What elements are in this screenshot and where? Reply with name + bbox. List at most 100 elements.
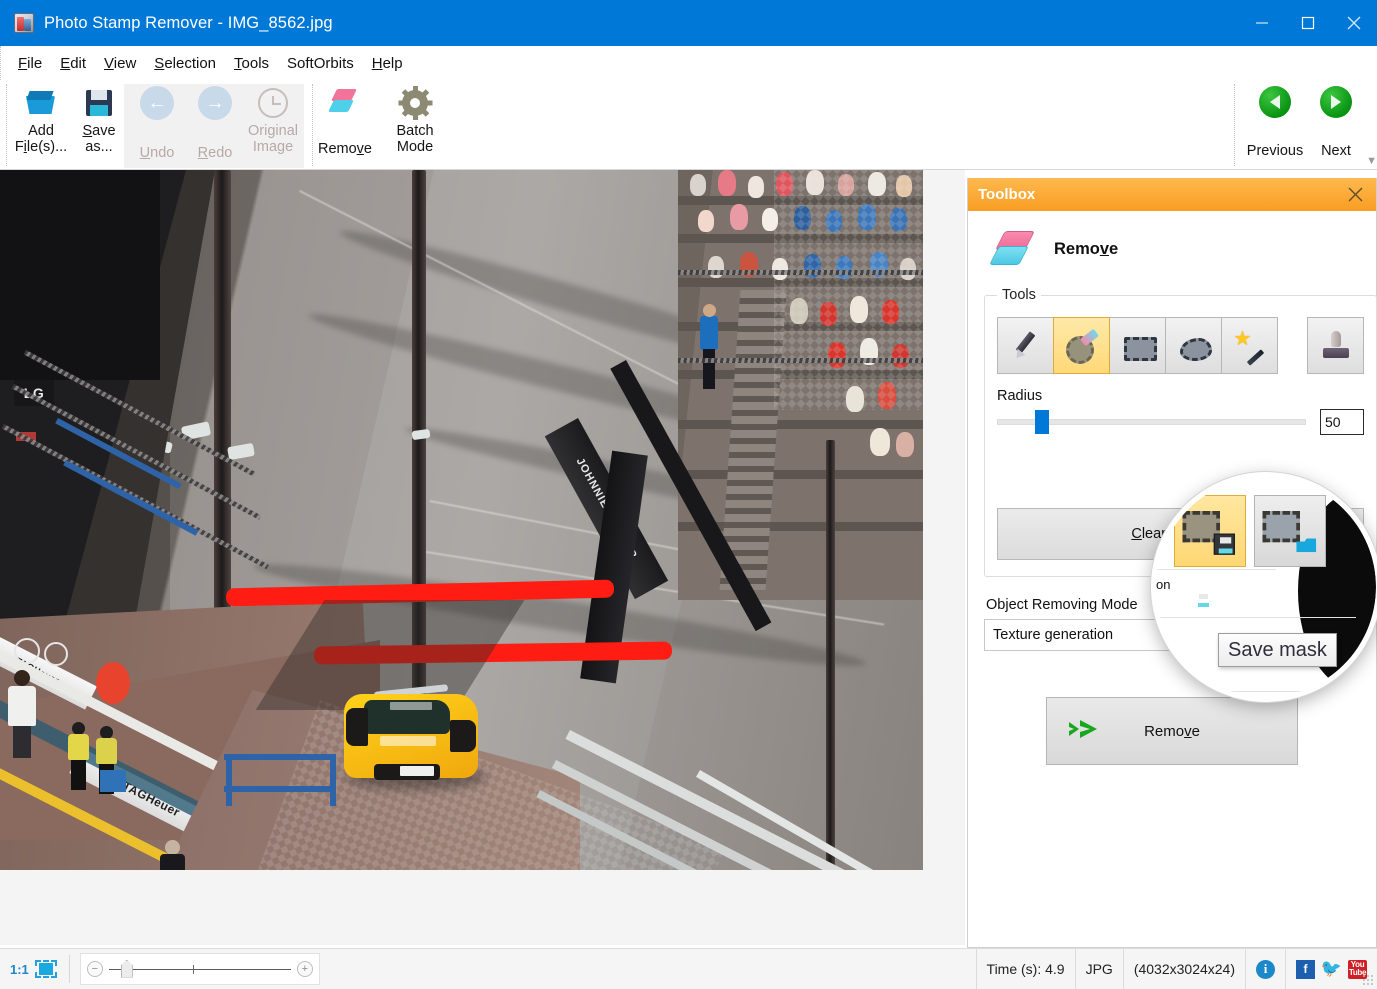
magnifier-line-2 bbox=[1156, 617, 1356, 618]
menu-view[interactable]: View bbox=[95, 51, 145, 76]
lasso-tool-button[interactable] bbox=[1165, 317, 1222, 374]
open-folder-icon bbox=[24, 86, 58, 120]
app-window: Photo Stamp Remover - IMG_8562.jpg FFile… bbox=[0, 0, 1377, 989]
magnified-clear-selection-fragment: on bbox=[1156, 577, 1170, 592]
maximize-button[interactable] bbox=[1285, 0, 1331, 46]
image-dimensions-label: (4032x3024x24) bbox=[1124, 949, 1246, 989]
green-left-arrow-icon bbox=[1258, 86, 1292, 120]
redo-arrow-icon: → bbox=[198, 86, 232, 120]
navigation-group: Previous Next bbox=[1242, 80, 1364, 170]
clock-history-icon bbox=[256, 86, 290, 120]
eraser-icon bbox=[992, 229, 1038, 269]
batch-mode-button[interactable]: Batch Mode bbox=[382, 80, 448, 168]
save-mask-button-magnified[interactable] bbox=[1174, 495, 1246, 567]
app-icon bbox=[14, 13, 34, 33]
window-controls bbox=[1239, 0, 1377, 46]
pencil-icon bbox=[1009, 329, 1043, 363]
menu-bar: FFileile Edit View Selection Tools SoftO… bbox=[0, 46, 1377, 80]
canvas-area[interactable]: JOHNNIE WALKER LG bbox=[0, 170, 965, 945]
image-canvas[interactable]: JOHNNIE WALKER LG bbox=[0, 170, 923, 870]
ribbon-divider bbox=[6, 84, 7, 166]
info-icon[interactable]: i bbox=[1256, 960, 1275, 979]
zoom-slider[interactable]: − + bbox=[80, 953, 320, 985]
remove-ribbon-label: Remove bbox=[318, 141, 372, 157]
stamp-icon bbox=[1319, 329, 1353, 363]
slider-thumb[interactable] bbox=[1035, 410, 1049, 434]
original-image-button[interactable]: Original Image bbox=[244, 80, 302, 168]
toolbox-title: Toolbox bbox=[978, 186, 1342, 203]
pencil-tool-button[interactable] bbox=[997, 317, 1054, 374]
undo-button[interactable]: ← Undo bbox=[128, 80, 186, 168]
light-pole-right bbox=[826, 440, 835, 870]
redo-button[interactable]: → Redo bbox=[186, 80, 244, 168]
processing-time-label: Time (s): 4.9 bbox=[976, 949, 1076, 989]
close-button[interactable] bbox=[1331, 0, 1377, 46]
add-files-button[interactable]: Add File(s)... bbox=[12, 80, 70, 168]
file-format-label: JPG bbox=[1076, 949, 1124, 989]
toolbox-mode-row: Remove bbox=[992, 229, 1360, 269]
fit-to-screen-icon[interactable] bbox=[35, 960, 57, 978]
twitter-icon[interactable]: 🐦 bbox=[1322, 960, 1341, 979]
magnifier-line-3 bbox=[1166, 691, 1346, 692]
object-removing-mode-value: Texture generation bbox=[993, 627, 1113, 643]
zoom-slider-tick bbox=[193, 965, 194, 974]
menu-tools[interactable]: Tools bbox=[225, 51, 278, 76]
eraser-icon bbox=[328, 86, 362, 116]
ribbon-expand-icon[interactable]: ▼ bbox=[1366, 155, 1377, 167]
menu-file[interactable]: FFileile bbox=[9, 51, 51, 76]
add-files-label-1: Add bbox=[28, 123, 54, 139]
floppy-disk-icon bbox=[82, 86, 116, 120]
resize-grip-icon[interactable] bbox=[1362, 974, 1374, 986]
tools-group-label: Tools bbox=[997, 287, 1041, 303]
radius-input[interactable]: 50 bbox=[1320, 409, 1364, 435]
zoom-ratio-label[interactable]: 1:1 bbox=[0, 962, 35, 977]
batch-mode-label-1: Batch bbox=[396, 123, 433, 139]
green-double-arrow-icon bbox=[1067, 716, 1107, 746]
tooltip-text: Save mask bbox=[1228, 639, 1327, 662]
next-button[interactable]: Next bbox=[1308, 80, 1364, 168]
toolbox-mode-name: Remove bbox=[1054, 240, 1118, 259]
open-mask-button-magnified[interactable] bbox=[1254, 495, 1326, 567]
previous-button[interactable]: Previous bbox=[1242, 80, 1308, 168]
menu-edit[interactable]: Edit bbox=[51, 51, 95, 76]
gear-icon bbox=[398, 86, 432, 120]
remove-button-label: Remove bbox=[1144, 723, 1200, 740]
zoom-slider-track[interactable] bbox=[109, 969, 291, 970]
rectangle-select-tool-button[interactable] bbox=[1109, 317, 1166, 374]
radius-slider[interactable] bbox=[997, 408, 1306, 436]
zoom-out-icon[interactable]: − bbox=[87, 961, 103, 977]
original-image-label-2: Image bbox=[253, 139, 293, 155]
batch-mode-label-2: Mode bbox=[397, 139, 433, 155]
menu-help[interactable]: Help bbox=[363, 51, 412, 76]
file-group: Add File(s)... Save as... bbox=[12, 80, 128, 170]
radius-row: 50 bbox=[997, 408, 1364, 436]
remove-ribbon-button[interactable]: Remove bbox=[308, 80, 382, 168]
magic-wand-tool-button[interactable] bbox=[1221, 317, 1278, 374]
eraser-tool-button[interactable] bbox=[1053, 317, 1110, 374]
save-mask-tooltip: Save mask bbox=[1218, 633, 1337, 667]
tool-buttons-row bbox=[997, 317, 1364, 374]
close-icon[interactable] bbox=[1342, 183, 1368, 207]
menu-softorbits[interactable]: SoftOrbits bbox=[278, 51, 363, 76]
history-group: ← Undo → Redo Original Image bbox=[128, 80, 302, 170]
redo-label: Redo bbox=[198, 145, 233, 161]
original-image-label-1: Original bbox=[248, 123, 298, 139]
menu-selection[interactable]: Selection bbox=[145, 51, 225, 76]
lasso-selection-icon bbox=[1177, 329, 1211, 363]
eraser-brush-icon bbox=[1065, 329, 1099, 363]
remove-button[interactable]: Remove bbox=[1046, 697, 1298, 765]
info-cell[interactable]: i bbox=[1246, 949, 1286, 989]
stamp-tool-button[interactable] bbox=[1307, 317, 1364, 374]
facebook-icon[interactable]: f bbox=[1296, 960, 1315, 979]
next-label: Next bbox=[1306, 143, 1366, 159]
rectangle-selection-icon bbox=[1121, 329, 1155, 363]
minimize-button[interactable] bbox=[1239, 0, 1285, 46]
zoom-slider-thumb[interactable] bbox=[121, 960, 133, 978]
radius-label: Radius bbox=[997, 388, 1364, 404]
green-right-arrow-icon bbox=[1319, 86, 1353, 120]
title-bar: Photo Stamp Remover - IMG_8562.jpg bbox=[0, 0, 1377, 46]
save-as-button[interactable]: Save as... bbox=[70, 80, 128, 168]
race-car bbox=[338, 678, 488, 796]
zoom-in-icon[interactable]: + bbox=[297, 961, 313, 977]
status-bar-spacer bbox=[320, 949, 976, 989]
